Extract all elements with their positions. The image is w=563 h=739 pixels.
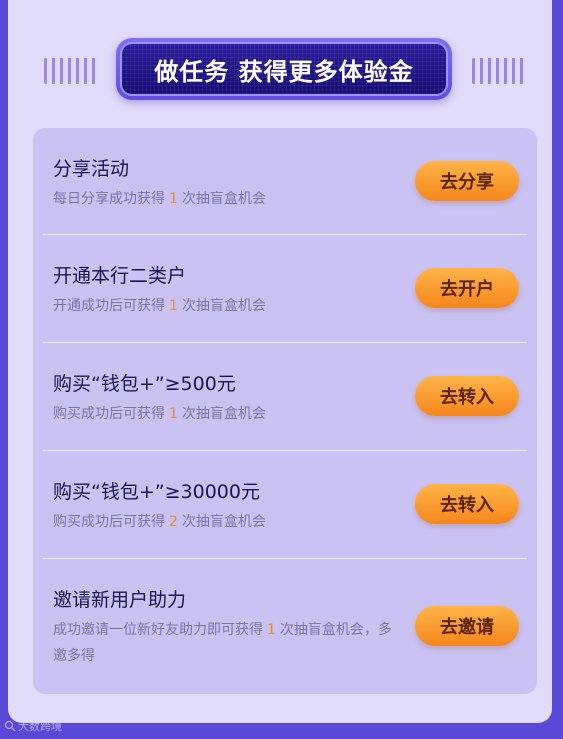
decorative-stripes-left (44, 58, 96, 84)
task-item-buy-30000: 购买“钱包+”≥30000元 购买成功后可获得 2 次抽盲盒机会 去转入 (43, 451, 527, 559)
task-description: 购买成功后可获得 2 次抽盲盒机会 (53, 514, 266, 530)
magnifier-icon (4, 720, 16, 732)
task-title: 购买“钱包+”≥500元 (53, 373, 236, 395)
share-button[interactable]: 去分享 (415, 161, 519, 201)
watermark: 大数跨境 (4, 718, 62, 734)
watermark-text: 大数跨境 (18, 720, 62, 733)
task-title: 开通本行二类户 (53, 265, 187, 287)
task-item-invite: 邀请新用户助力 成功邀请一位新好友助力即可获得 1 次抽盲盒机会，多邀多得 去邀请 (43, 559, 527, 694)
decorative-stripes-right (472, 58, 524, 84)
task-description: 每日分享成功获得 1 次抽盲盒机会 (53, 191, 266, 207)
transfer-in-button[interactable]: 去转入 (415, 376, 519, 416)
task-card: 做任务 获得更多体验金 分享活动 每日分享成功获得 1 次抽盲盒机会 去分享 开通本… (8, 0, 552, 723)
task-title: 邀请新用户助力 (53, 589, 187, 611)
task-description: 开通成功后可获得 1 次抽盲盒机会 (53, 298, 266, 314)
task-count: 1 (267, 622, 276, 638)
task-description: 购买成功后可获得 1 次抽盲盒机会 (53, 406, 266, 422)
task-count: 1 (169, 298, 178, 314)
invite-button[interactable]: 去邀请 (415, 606, 519, 646)
title-banner: 做任务 获得更多体验金 (116, 38, 452, 100)
open-account-button[interactable]: 去开户 (415, 268, 519, 308)
page-title: 做任务 获得更多体验金 (120, 42, 448, 96)
task-title: 购买“钱包+”≥30000元 (53, 481, 260, 503)
task-count: 1 (169, 191, 178, 207)
task-list: 分享活动 每日分享成功获得 1 次抽盲盒机会 去分享 开通本行二类户 开通成功后可获… (33, 128, 537, 694)
task-item-buy-500: 购买“钱包+”≥500元 购买成功后可获得 1 次抽盲盒机会 去转入 (43, 343, 527, 451)
task-item-open-account: 开通本行二类户 开通成功后可获得 1 次抽盲盒机会 去开户 (43, 235, 527, 343)
transfer-in-button[interactable]: 去转入 (415, 484, 519, 524)
task-count: 1 (169, 406, 178, 422)
section-header: 做任务 获得更多体验金 (8, 38, 552, 100)
task-description: 成功邀请一位新好友助力即可获得 1 次抽盲盒机会，多邀多得 (53, 622, 392, 664)
task-item-share: 分享活动 每日分享成功获得 1 次抽盲盒机会 去分享 (43, 128, 527, 235)
task-title: 分享活动 (53, 158, 130, 180)
task-count: 2 (169, 514, 178, 530)
